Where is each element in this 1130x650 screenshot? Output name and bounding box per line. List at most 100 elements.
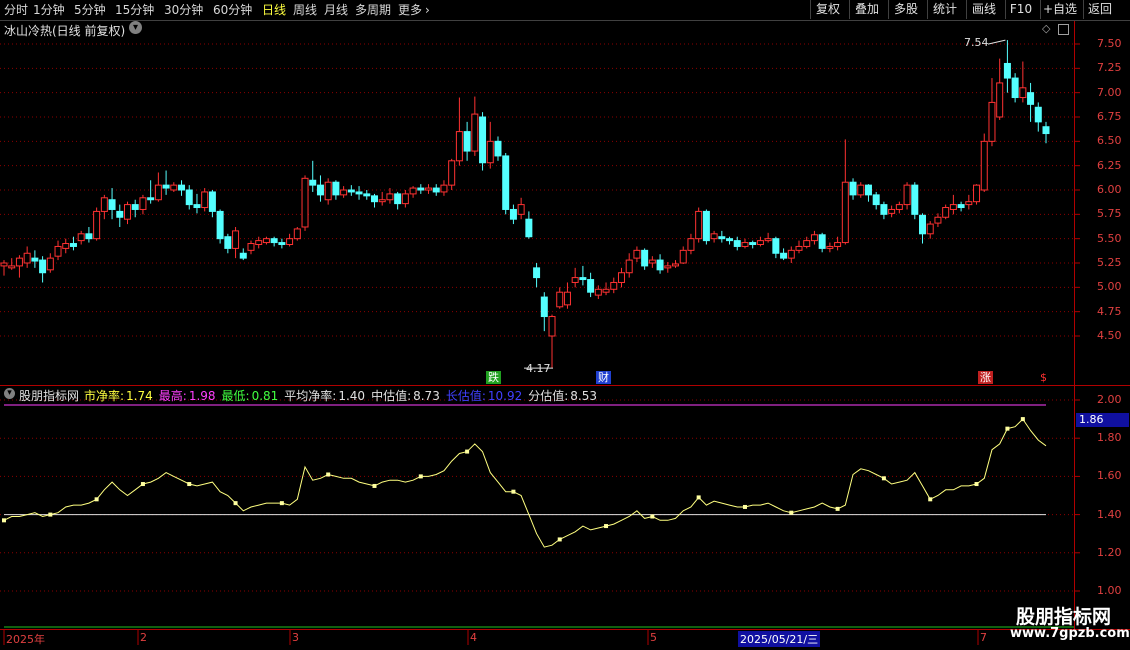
candle-body [232,230,240,249]
candle-body [872,194,880,206]
indicator-tick-label: 1.40 [1097,507,1122,521]
indicator-marker [326,472,331,477]
timeline-label: 3 [292,631,299,644]
candle-body [718,236,726,240]
indicator-marker [465,449,470,454]
candle-body [903,184,911,206]
candle-body [332,181,340,196]
indicator-marker [279,501,284,506]
candle-body [100,197,108,212]
indicator-item-value: 1.40 [338,389,366,403]
candle-body [286,238,294,246]
candle-body [162,184,170,189]
indicator-item: 分估值: 8.53 [528,389,597,403]
candle-body [710,233,718,240]
indicator-values: 市净率: 1.74 最高: 1.98 最低: 0.81 平均净率: 1.40 中估值: 8.73 长… [84,387,603,404]
candle-body [1034,106,1042,123]
timeline-label: 4 [470,631,477,644]
candle-body [826,245,834,249]
indicator-marker [557,537,562,542]
indicator-item: 长估值: 10.92 [446,389,522,403]
indicator-name[interactable]: 股朋指标网 [19,387,79,404]
indicator-marker [1020,417,1025,422]
candle-body [888,208,896,214]
candle-body [247,243,255,251]
candle-body [208,191,216,212]
candle-body [255,240,263,246]
candlestick-chart[interactable] [0,0,1130,650]
candle-body [316,184,324,196]
indicator-item-value: 8.53 [570,389,597,403]
timeline-label: 5 [650,631,657,644]
event-badge-rise[interactable]: 涨 [978,371,993,384]
candle-body [988,101,996,142]
indicator-item-label: 中估值: [371,389,412,403]
candle-body [849,181,857,196]
candle-body [780,252,788,259]
indicator-item-label: 最高: [158,389,187,403]
candle-body [726,238,734,242]
candle-body [239,252,247,259]
candle-body [455,131,463,162]
candle-body [93,210,101,240]
candle-body [548,316,556,337]
candle-body [996,82,1004,118]
indicator-marker [418,474,423,479]
cursor-date-label: 2025/05/21/三 [738,631,821,647]
candle-body [378,199,386,203]
candle-body [579,277,587,281]
indicator-item-value: 1.98 [188,389,216,403]
price-tick-label: 7.00 [1097,85,1122,99]
indicator-marker [974,482,979,487]
indicator-marker [372,483,377,488]
indicator-item: 中估值: 8.73 [371,389,440,403]
indicator-item-label: 市净率: [84,389,125,403]
candle-body [818,234,826,249]
candle-body [178,184,186,191]
indicator-item-value: 0.81 [251,389,279,403]
candle-body [571,277,579,283]
indicator-tick-label: 1.00 [1097,584,1122,597]
candle-body [980,140,988,191]
candle-body [54,245,62,257]
event-badge-fall[interactable]: 跌 [486,371,501,384]
candle-body [8,265,16,269]
candle-body [864,184,872,196]
candle-body [540,296,548,318]
candle-body [386,193,394,201]
timeline-label: 2 [140,631,147,644]
indicator-marker [187,482,192,487]
candle-body [270,238,278,244]
price-tick-label: 7.25 [1097,61,1122,75]
candle-body [62,243,70,249]
candle-body [494,140,502,157]
candle-body [409,187,417,195]
event-badge-finance[interactable]: 财 [596,371,611,384]
candle-body [965,201,973,206]
candle-body [587,279,595,293]
candle-body [116,210,124,218]
candle-body [486,140,494,164]
candle-body [340,189,348,196]
candle-body [1019,87,1027,99]
indicator-marker [742,504,747,509]
indicator-marker [511,489,516,494]
candle-body [919,214,927,235]
candle-body [795,245,803,251]
indicator-tick-label: 1.20 [1097,545,1122,559]
candle-body [525,218,533,238]
candle-body [957,204,965,209]
indicator-item: 最低: 0.81 [222,389,279,403]
indicator-item: 最高: 1.98 [159,389,216,403]
watermark-url: www.7gpzb.com [1010,626,1130,641]
indicator-item-value: 1.74 [126,389,153,403]
indicator-marker [604,524,609,529]
candle-body [123,204,131,220]
indicator-dropdown-icon[interactable]: ▾ [4,388,15,399]
candle-body [702,210,710,242]
candle-body [147,197,155,201]
candle-body [672,263,680,267]
indicator-marker [140,482,145,487]
candle-body [154,184,162,201]
event-badge-dollar[interactable]: $ [1038,371,1049,384]
